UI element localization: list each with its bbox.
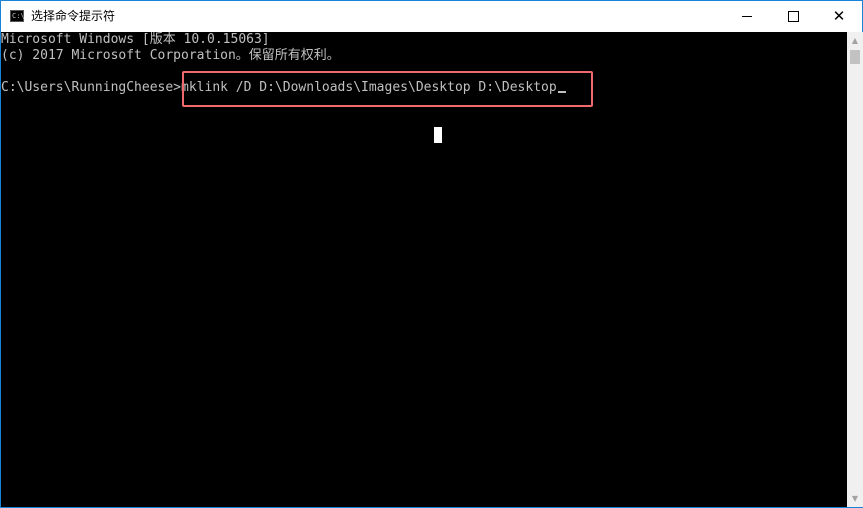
window-title: 选择命令提示符 xyxy=(31,9,116,23)
close-button[interactable]: ✕ xyxy=(816,1,862,32)
command-highlight-box xyxy=(182,71,593,107)
maximize-button[interactable] xyxy=(770,1,816,32)
console-line-version: Microsoft Windows [版本 10.0.15063] xyxy=(1,32,270,47)
close-icon: ✕ xyxy=(832,7,846,25)
scroll-up-arrow-icon[interactable]: ▲ xyxy=(847,32,863,49)
minimize-button[interactable] xyxy=(724,1,770,32)
title-bar[interactable]: C:\ 选择命令提示符 ✕ xyxy=(1,1,862,32)
command-prompt-icon[interactable]: C:\ xyxy=(10,10,25,22)
console-line-copyright: (c) 2017 Microsoft Corporation。保留所有权利。 xyxy=(1,48,340,63)
vertical-scrollbar[interactable]: ▲ ▼ xyxy=(847,32,863,507)
scroll-down-arrow-icon[interactable]: ▼ xyxy=(847,490,863,507)
app-icon-label: C:\ xyxy=(12,12,25,20)
console-output[interactable]: Microsoft Windows [版本 10.0.15063] (c) 20… xyxy=(1,32,847,507)
mouse-cursor-icon xyxy=(434,127,442,143)
minimize-icon xyxy=(742,16,752,17)
cmd-window: C:\ 选择命令提示符 ✕ Microsoft Windows [版本 10.0… xyxy=(0,0,863,508)
maximize-icon xyxy=(787,11,799,22)
scroll-thumb[interactable] xyxy=(850,50,860,64)
